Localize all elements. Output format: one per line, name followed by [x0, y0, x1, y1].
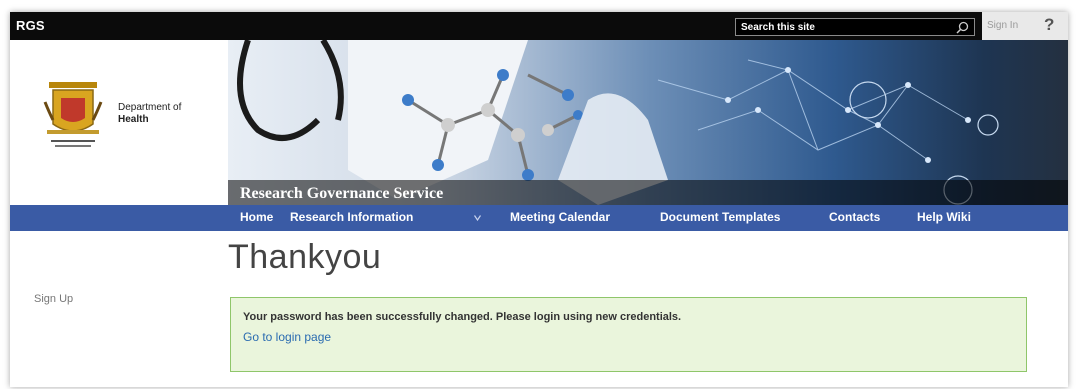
help-icon[interactable]: ?	[1044, 15, 1054, 35]
success-message-box: Your password has been successfully chan…	[230, 297, 1027, 372]
success-message-text: Your password has been successfully chan…	[243, 311, 682, 323]
browser-page: RGS Sign In ? Department of Health	[10, 12, 1068, 387]
nav-item-help-wiki[interactable]: Help Wiki	[917, 210, 971, 224]
coat-of-arms-logo	[43, 82, 103, 147]
suite-bar: RGS Sign In ?	[10, 12, 1068, 40]
nav-item-home[interactable]: Home	[240, 210, 273, 224]
site-title[interactable]: Research Governance Service	[240, 185, 443, 203]
site-code-link[interactable]: RGS	[16, 18, 45, 33]
chevron-down-icon[interactable]	[474, 215, 481, 221]
search-icon[interactable]	[956, 21, 969, 34]
department-name-line2: Health	[118, 114, 149, 125]
nav-item-document-templates[interactable]: Document Templates	[660, 210, 780, 224]
left-nav-sign-up-link[interactable]: Sign Up	[34, 293, 73, 305]
nav-item-research-information[interactable]: Research Information	[290, 210, 413, 224]
header-banner: Research Governance Service	[228, 40, 1068, 205]
search-input[interactable]	[741, 20, 941, 34]
nav-item-meeting-calendar[interactable]: Meeting Calendar	[510, 210, 610, 224]
search-box[interactable]	[735, 18, 975, 36]
signin-area: Sign In ?	[982, 12, 1068, 40]
sign-in-link[interactable]: Sign In	[987, 20, 1018, 31]
go-to-login-link[interactable]: Go to login page	[243, 330, 331, 344]
nav-item-contacts[interactable]: Contacts	[829, 210, 880, 224]
page-title: Thankyou	[228, 238, 382, 276]
logo-area[interactable]: Department of Health	[10, 40, 228, 205]
top-navigation: Home Research Information Meeting Calend…	[10, 205, 1068, 231]
department-name-line1: Department of	[118, 102, 182, 113]
